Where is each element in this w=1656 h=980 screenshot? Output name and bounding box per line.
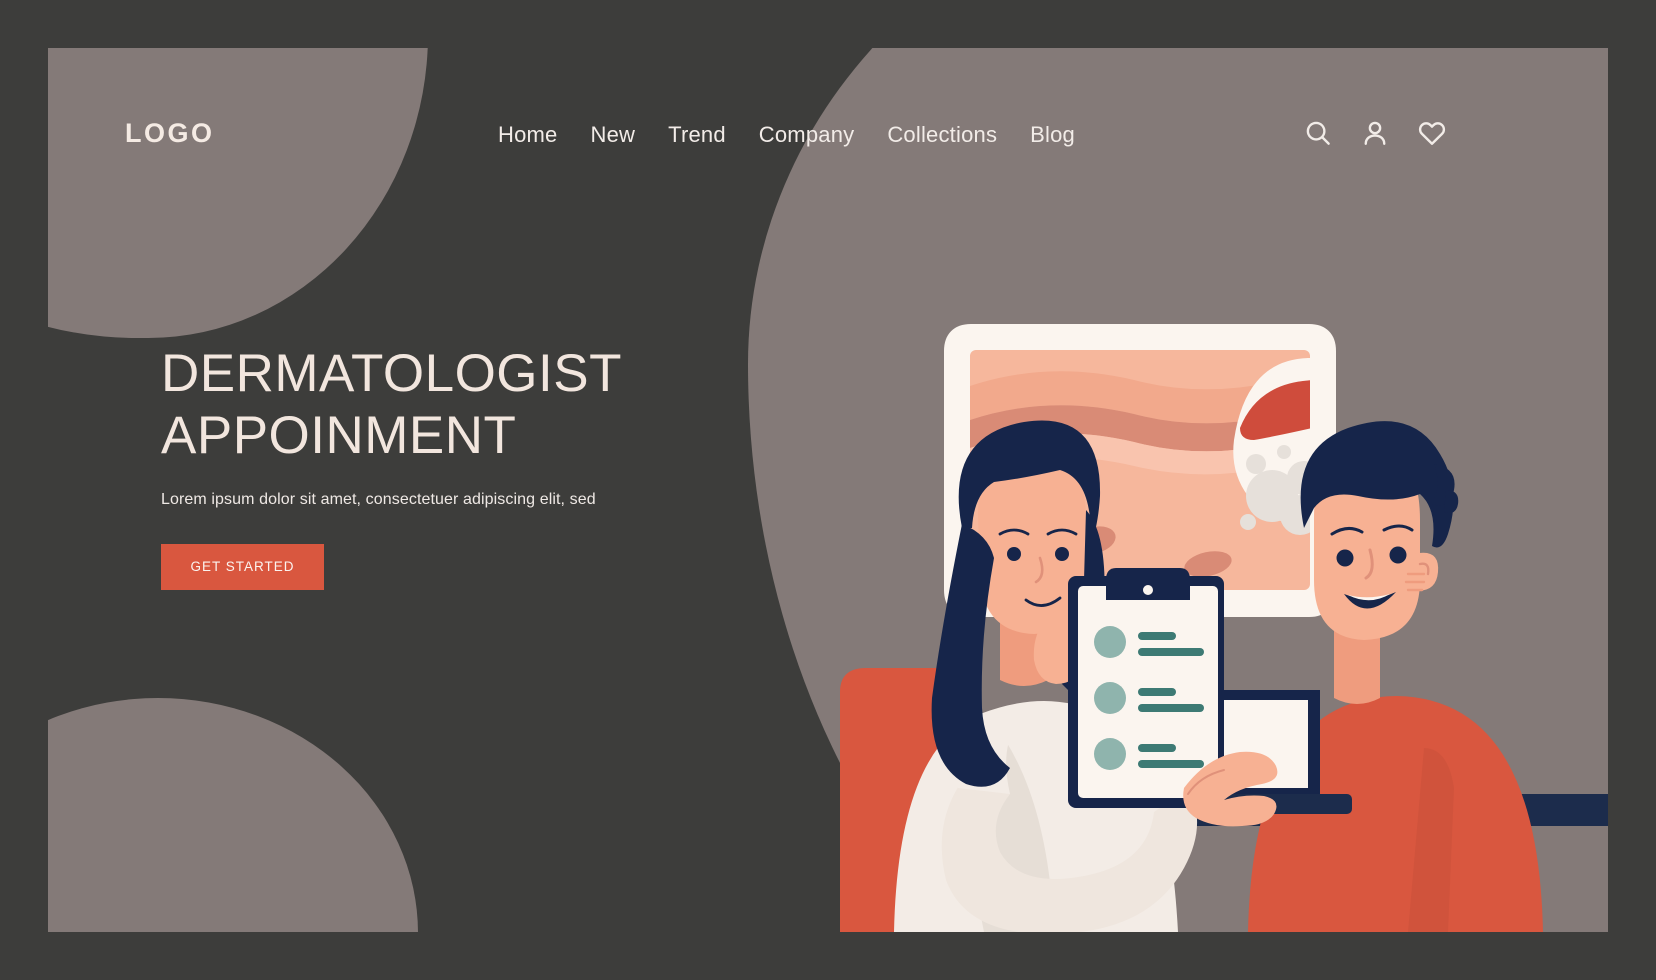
- header-icon-group: [1303, 118, 1447, 148]
- hero-copy: DERMATOLOGIST APPOINMENT Lorem ipsum dol…: [161, 343, 781, 590]
- nav-item-trend[interactable]: Trend: [668, 122, 726, 148]
- hero-section: LOGO Home New Trend Company Collections …: [48, 48, 1608, 932]
- logo[interactable]: LOGO: [125, 118, 215, 149]
- search-icon[interactable]: [1303, 118, 1333, 148]
- nav-item-home[interactable]: Home: [498, 122, 558, 148]
- page-title: DERMATOLOGIST APPOINMENT: [161, 344, 622, 465]
- main-navigation: Home New Trend Company Collections Blog: [498, 122, 1075, 148]
- site-header: LOGO Home New Trend Company Collections …: [48, 48, 1608, 228]
- decorative-blob-bottom-left: [48, 698, 418, 932]
- nav-item-new[interactable]: New: [591, 122, 636, 148]
- hero-illustration: [748, 228, 1608, 932]
- nav-item-blog[interactable]: Blog: [1030, 122, 1075, 148]
- heart-icon[interactable]: [1417, 118, 1447, 148]
- nav-item-collections[interactable]: Collections: [887, 122, 997, 148]
- hero-subtitle: Lorem ipsum dolor sit amet, consectetuer…: [161, 491, 596, 508]
- nav-item-company[interactable]: Company: [759, 122, 855, 148]
- dermatologist-consultation-scene: [840, 324, 1608, 932]
- get-started-button[interactable]: GET STARTED: [161, 544, 324, 590]
- user-icon[interactable]: [1360, 118, 1390, 148]
- page-root: LOGO Home New Trend Company Collections …: [0, 0, 1656, 980]
